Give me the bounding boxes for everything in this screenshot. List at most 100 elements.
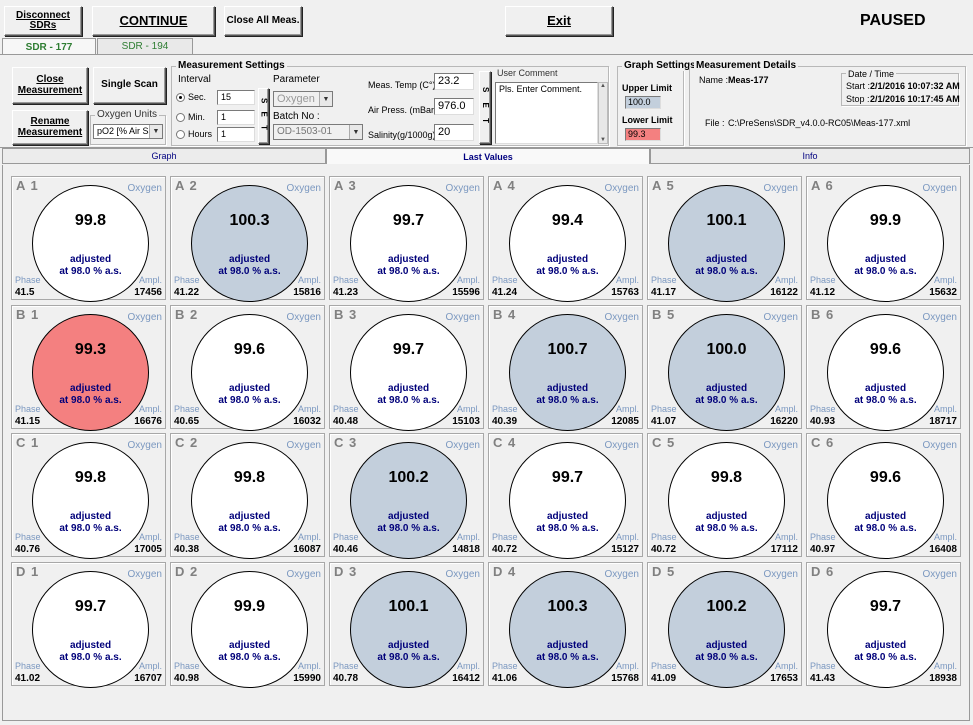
radio-hours[interactable]	[176, 130, 185, 139]
parameter-select[interactable]: Oxygen ▼	[273, 91, 333, 107]
well-position: D 4	[493, 563, 517, 579]
well-value: 99.4	[551, 212, 584, 229]
adjusted-at-label: at 98.0 % a.s.	[377, 394, 440, 406]
well-position: C 2	[175, 435, 199, 450]
stop-label: Stop :	[846, 94, 870, 104]
adjusted-at-label: at 98.0 % a.s.	[536, 394, 599, 406]
adjusted-label: adjusted	[228, 254, 271, 265]
close-measurement-button[interactable]: Close Measurement	[12, 67, 88, 104]
close-all-measurements-button[interactable]: Close All Meas.	[224, 6, 302, 36]
well-indicator: 99.8 adjusted at 98.0 % a.s.	[32, 185, 149, 302]
name-label: Name :	[699, 75, 729, 85]
user-comment-legend: User Comment	[495, 68, 560, 78]
well-value: 99.7	[392, 212, 425, 229]
meas-temp-input[interactable]: 23.2	[434, 73, 474, 90]
well-cell-b3[interactable]: 99.7 adjusted at 98.0 % a.s. B 3 Oxygen Phase…	[329, 304, 484, 431]
rename-measurement-button[interactable]: Rename Measurement	[12, 110, 88, 145]
comment-scrollbar[interactable]: ▲ ▼	[598, 82, 608, 144]
well-cell-a5[interactable]: 100.1 adjusted at 98.0 % a.s. A 5 Oxygen Phas…	[647, 176, 802, 302]
adjusted-at-label: at 98.0 % a.s.	[377, 266, 440, 277]
ampl-label: Ampl.	[774, 532, 798, 542]
radio-min[interactable]	[176, 113, 185, 122]
well-cell-d1[interactable]: 99.7 adjusted at 98.0 % a.s. D 1 Oxygen Phase…	[11, 561, 166, 688]
continue-button[interactable]: CONTINUE	[92, 6, 215, 36]
user-comment-input[interactable]: Pls. Enter Comment.	[495, 82, 598, 144]
well-cell-d3[interactable]: 100.1 adjusted at 98.0 % a.s. D 3 Oxygen Phas…	[329, 561, 484, 688]
well-position: B 3	[334, 306, 358, 322]
phase-value: 41.09	[651, 672, 677, 684]
interval-sec-input[interactable]: 15	[217, 90, 255, 105]
ampl-value: 16032	[293, 415, 321, 427]
phase-value: 40.39	[492, 415, 518, 427]
adjusted-label: adjusted	[546, 382, 589, 394]
ampl-label: Ampl.	[615, 660, 639, 671]
well-cell-a4[interactable]: 99.4 adjusted at 98.0 % a.s. A 4 Oxygen Phase…	[488, 176, 643, 302]
ampl-value: 15103	[452, 415, 480, 427]
well-cell-d2[interactable]: 99.9 adjusted at 98.0 % a.s. D 2 Oxygen Phase…	[170, 561, 325, 688]
tab-sdr-177[interactable]: SDR - 177	[2, 38, 96, 55]
well-cell-a2[interactable]: 100.3 adjusted at 98.0 % a.s. A 2 Oxygen Phas…	[170, 176, 325, 302]
set-interval-button[interactable]: S E T	[258, 88, 269, 144]
phase-value: 40.38	[174, 544, 200, 555]
phase-label: Phase	[174, 660, 200, 671]
well-value: 99.8	[74, 469, 107, 486]
disconnect-sdrs-button[interactable]: Disconnect SDRs	[4, 6, 82, 36]
well-cell-c6[interactable]: 99.6 adjusted at 98.0 % a.s. C 6 Oxygen Phase…	[806, 433, 961, 559]
upper-limit-input[interactable]: 100.0	[625, 96, 661, 109]
batch-label: Batch No :	[273, 111, 320, 122]
interval-min-input[interactable]: 1	[217, 110, 255, 125]
well-parameter: Oxygen	[127, 440, 162, 451]
well-value: 99.8	[710, 469, 743, 486]
adjusted-at-label: at 98.0 % a.s.	[854, 266, 917, 277]
well-cell-a6[interactable]: 99.9 adjusted at 98.0 % a.s. A 6 Oxygen Phase…	[806, 176, 961, 302]
tab-graph[interactable]: Graph	[2, 148, 326, 164]
well-cell-d6[interactable]: 99.7 adjusted at 98.0 % a.s. D 6 Oxygen Phase…	[806, 561, 961, 688]
salinity-input[interactable]: 20	[434, 124, 474, 141]
radio-sec[interactable]	[176, 93, 185, 102]
phase-label: Phase	[333, 532, 359, 542]
well-cell-b4[interactable]: 100.7 adjusted at 98.0 % a.s. B 4 Oxygen Phas…	[488, 304, 643, 431]
single-scan-button[interactable]: Single Scan	[93, 67, 166, 104]
well-cell-c5[interactable]: 99.8 adjusted at 98.0 % a.s. C 5 Oxygen Phase…	[647, 433, 802, 559]
ampl-label: Ampl.	[456, 532, 480, 542]
well-indicator: 100.1 adjusted at 98.0 % a.s.	[668, 185, 785, 302]
well-parameter: Oxygen	[286, 311, 321, 323]
well-cell-b6[interactable]: 99.6 adjusted at 98.0 % a.s. B 6 Oxygen Phase…	[806, 304, 961, 431]
ampl-label: Ampl.	[456, 403, 480, 414]
oxygen-units-select[interactable]: pO2 [% Air Sat.] ▼	[93, 124, 163, 139]
interval-hours-input[interactable]: 1	[217, 127, 255, 142]
phase-label: Phase	[492, 403, 518, 414]
air-press-input[interactable]: 976.0	[434, 98, 474, 115]
set-conditions-button[interactable]: S E T	[479, 71, 491, 144]
well-cell-c2[interactable]: 99.8 adjusted at 98.0 % a.s. C 2 Oxygen Phase…	[170, 433, 325, 559]
well-cell-c3[interactable]: 100.2 adjusted at 98.0 % a.s. C 3 Oxygen Phas…	[329, 433, 484, 559]
well-parameter: Oxygen	[763, 440, 798, 451]
tab-sdr-194[interactable]: SDR - 194	[97, 38, 193, 54]
parameter-label: Parameter	[273, 74, 320, 85]
well-cell-c4[interactable]: 99.7 adjusted at 98.0 % a.s. C 4 Oxygen Phase…	[488, 433, 643, 559]
adjusted-at-label: at 98.0 % a.s.	[854, 523, 917, 534]
phase-label: Phase	[174, 532, 200, 542]
well-cell-b5[interactable]: 100.0 adjusted at 98.0 % a.s. B 5 Oxygen Phas…	[647, 304, 802, 431]
well-cell-b1[interactable]: 99.3 adjusted at 98.0 % a.s. B 1 Oxygen Phase…	[11, 304, 166, 431]
batch-select[interactable]: OD-1503-01 ▼	[273, 124, 363, 140]
well-cell-a1[interactable]: 99.8 adjusted at 98.0 % a.s. A 1 Oxygen Phase…	[11, 176, 166, 302]
well-indicator: 99.7 adjusted at 98.0 % a.s.	[32, 570, 149, 688]
well-parameter: Oxygen	[604, 568, 639, 580]
exit-button[interactable]: Exit	[505, 6, 613, 36]
phase-value: 40.76	[15, 544, 41, 555]
lower-limit-input[interactable]: 99.3	[625, 128, 661, 141]
tab-info[interactable]: Info	[650, 148, 970, 164]
tab-last-values[interactable]: Last Values	[326, 148, 650, 164]
well-position: A 1	[16, 178, 39, 193]
well-cell-a3[interactable]: 99.7 adjusted at 98.0 % a.s. A 3 Oxygen Phase…	[329, 176, 484, 302]
well-indicator: 99.6 adjusted at 98.0 % a.s.	[191, 313, 308, 431]
well-cell-d5[interactable]: 100.2 adjusted at 98.0 % a.s. D 5 Oxygen Phas…	[647, 561, 802, 688]
adjusted-label: adjusted	[228, 511, 271, 522]
well-cell-c1[interactable]: 99.8 adjusted at 98.0 % a.s. C 1 Oxygen Phase…	[11, 433, 166, 559]
well-cell-d4[interactable]: 100.3 adjusted at 98.0 % a.s. D 4 Oxygen Phas…	[488, 561, 643, 688]
phase-label: Phase	[15, 275, 41, 285]
adjusted-label: adjusted	[705, 254, 748, 265]
phase-value: 41.15	[15, 415, 41, 427]
well-cell-b2[interactable]: 99.6 adjusted at 98.0 % a.s. B 2 Oxygen Phase…	[170, 304, 325, 431]
